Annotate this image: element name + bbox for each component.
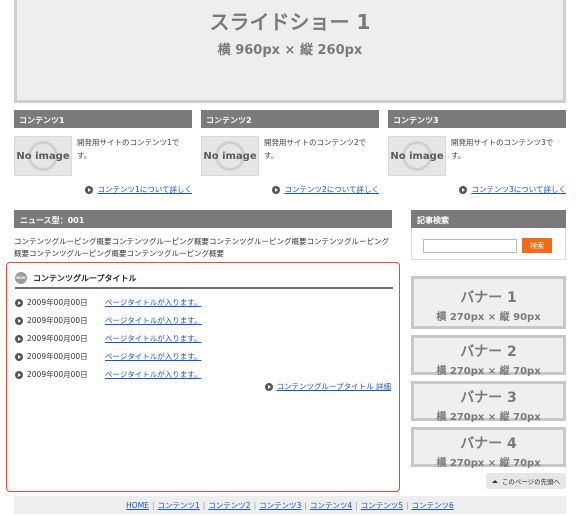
arrow-right-icon: [272, 185, 281, 194]
content-group: NEW コンテンツグループタイトル 2009年00月00日 ページタイトルが入り…: [6, 262, 400, 492]
footer-nav: HOME | コンテンツ1 | コンテンツ2 | コンテンツ3 | コンテンツ4 | コン…: [14, 496, 566, 514]
page-top-label: このページの先頭へ: [501, 478, 561, 486]
content-description: 開発用サイトのコンテンツ1です。: [77, 138, 180, 160]
news-heading: ニュース型：001: [14, 210, 392, 228]
content-description: 開発用サイトのコンテンツ3です。: [451, 138, 554, 160]
page-top-button[interactable]: このページの先頭へ: [486, 473, 566, 489]
search-input[interactable]: [423, 239, 517, 253]
footer-link-content2[interactable]: コンテンツ2: [208, 500, 250, 511]
no-image-placeholder: No image: [388, 136, 446, 176]
no-image-placeholder: No image: [14, 136, 72, 176]
list-item: 2009年00月00日 ページタイトルが入ります。: [15, 369, 201, 380]
arrow-right-icon: [15, 370, 23, 379]
list-item: 2009年00月00日 ページタイトルが入ります。: [15, 315, 201, 326]
slideshow-size: 横 960px × 縦 260px: [217, 43, 363, 58]
list-item: 2009年00月00日 ページタイトルが入ります。: [15, 297, 201, 308]
group-title-bar: NEW コンテンツグループタイトル: [15, 269, 393, 289]
no-image-placeholder: No image: [201, 136, 259, 176]
footer-link-content1[interactable]: コンテンツ1: [157, 500, 199, 511]
banner-title: バナー 3: [460, 390, 517, 406]
content-heading: コンテンツ2: [201, 110, 379, 128]
banner-size: 横 270px × 縦 70px: [436, 412, 541, 423]
item-date: 2009年00月00日: [27, 298, 88, 307]
arrow-right-icon: [15, 316, 23, 325]
list-item: 2009年00月00日 ページタイトルが入ります。: [15, 333, 201, 344]
arrow-right-icon: [85, 185, 94, 194]
item-link[interactable]: ページタイトルが入ります。: [105, 297, 201, 308]
content-description: 開発用サイトのコンテンツ2です。: [264, 138, 367, 160]
group-more-link[interactable]: コンテンツグループタイトル 詳細: [277, 381, 391, 392]
slideshow[interactable]: スライドショー 1 横 960px × 縦 260px: [14, 0, 566, 103]
item-link[interactable]: ページタイトルが入ります。: [105, 351, 201, 362]
banner-title: バナー 2: [460, 344, 517, 360]
footer-link-content3[interactable]: コンテンツ3: [259, 500, 301, 511]
banner-1[interactable]: バナー 1 横 270px × 縦 90px: [411, 276, 566, 329]
arrow-up-icon: [491, 479, 498, 483]
search-panel: 検索: [411, 228, 566, 260]
item-link[interactable]: ページタイトルが入ります。: [105, 333, 201, 344]
group-title: コンテンツグループタイトル: [33, 273, 137, 283]
banner-3[interactable]: バナー 3 横 270px × 縦 70px: [411, 381, 566, 423]
search-heading: 記事検索: [411, 210, 566, 228]
banner-size: 横 270px × 縦 90px: [436, 312, 541, 323]
content-box-1: コンテンツ1 No image 開発用サイトのコンテンツ1です。 コンテンツ1に…: [14, 110, 192, 198]
banner-size: 横 270px × 縦 70px: [436, 458, 541, 469]
content-heading: コンテンツ3: [388, 110, 566, 128]
content-more[interactable]: コンテンツ2について詳しく: [272, 184, 379, 195]
arrow-right-icon: [15, 334, 23, 343]
content-box-3: コンテンツ3 No image 開発用サイトのコンテンツ3です。 コンテンツ3に…: [388, 110, 566, 198]
content-box-2: コンテンツ2 No image 開発用サイトのコンテンツ2です。 コンテンツ2に…: [201, 110, 379, 198]
content-more-link[interactable]: コンテンツ2について詳しく: [284, 184, 379, 195]
item-date: 2009年00月00日: [27, 334, 88, 343]
content-heading: コンテンツ1: [14, 110, 192, 128]
group-more[interactable]: コンテンツグループタイトル 詳細: [264, 381, 391, 392]
content-more-link[interactable]: コンテンツ1について詳しく: [97, 184, 192, 195]
banner-2[interactable]: バナー 2 横 270px × 縦 70px: [411, 335, 566, 377]
arrow-right-icon: [264, 382, 273, 391]
item-link[interactable]: ページタイトルが入ります。: [105, 369, 201, 380]
footer-link-content6[interactable]: コンテンツ6: [412, 500, 454, 511]
arrow-right-icon: [15, 298, 23, 307]
item-link[interactable]: ページタイトルが入ります。: [105, 315, 201, 326]
content-more[interactable]: コンテンツ1について詳しく: [85, 184, 192, 195]
item-date: 2009年00月00日: [27, 316, 88, 325]
banner-title: バナー 1: [460, 290, 517, 306]
arrow-right-icon: [459, 185, 468, 194]
banner-title: バナー 4: [460, 436, 517, 452]
search-button[interactable]: 検索: [522, 238, 552, 253]
banner-4[interactable]: バナー 4 横 270px × 縦 70px: [411, 427, 566, 469]
footer-link-content5[interactable]: コンテンツ5: [361, 500, 403, 511]
list-item: 2009年00月00日 ページタイトルが入ります。: [15, 351, 201, 362]
new-icon: NEW: [15, 272, 27, 284]
item-date: 2009年00月00日: [27, 370, 88, 379]
news-description: コンテンツグルーピング概要コンテンツグルーピング概要コンテンツグルーピング概要コ…: [14, 237, 389, 258]
arrow-right-icon: [15, 352, 23, 361]
footer-link-home[interactable]: HOME: [126, 501, 149, 510]
item-date: 2009年00月00日: [27, 352, 88, 361]
content-more[interactable]: コンテンツ3について詳しく: [459, 184, 566, 195]
banner-size: 横 270px × 縦 70px: [436, 366, 541, 377]
content-more-link[interactable]: コンテンツ3について詳しく: [471, 184, 566, 195]
footer-link-content4[interactable]: コンテンツ4: [310, 500, 352, 511]
slideshow-title: スライドショー 1: [209, 10, 371, 34]
